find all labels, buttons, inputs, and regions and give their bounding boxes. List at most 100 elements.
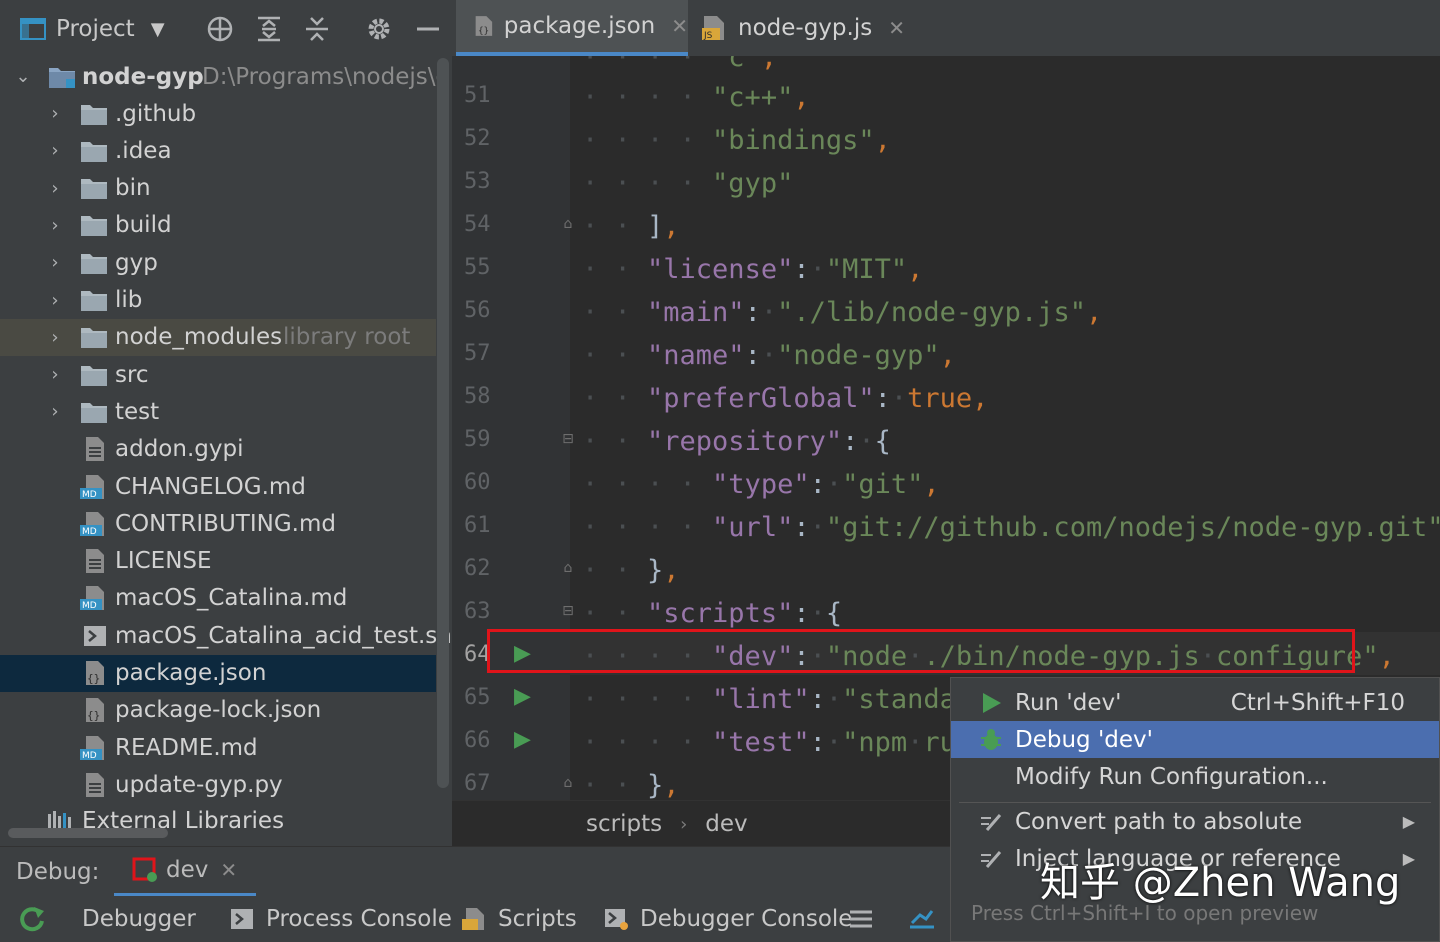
tree-folder-src[interactable]: › src: [0, 356, 436, 393]
chevron-down-icon[interactable]: ⌄: [15, 66, 30, 87]
watermark: 知乎 @Zhen Wang: [1040, 860, 1401, 906]
line-number: 66: [464, 728, 491, 753]
fold-end-icon[interactable]: ⌂: [560, 215, 576, 233]
svg-text:MD: MD: [82, 490, 97, 500]
tree-item-label: package-lock.json: [115, 697, 322, 724]
code-line: · · · · "bindings",: [582, 125, 891, 156]
collapse-all-button[interactable]: [304, 0, 330, 58]
code-line: · · · · "gyp": [582, 168, 794, 199]
tab-node-gyp-js[interactable]: JS node-gyp.js ✕: [702, 0, 922, 56]
show-execution-point-button[interactable]: [908, 896, 936, 942]
close-icon[interactable]: ✕: [888, 16, 905, 40]
tree-item-label: README.md: [115, 734, 258, 761]
run-icon: [983, 692, 1001, 713]
tab-scripts[interactable]: Scripts: [462, 896, 577, 942]
line-number: 63: [464, 599, 491, 624]
run-script-icon[interactable]: ▶: [514, 686, 534, 708]
line-number: 52: [464, 126, 491, 151]
tree-file-license[interactable]: LICENSE: [0, 543, 436, 580]
panel-settings-button[interactable]: [366, 0, 392, 58]
tree-folder-build[interactable]: › build: [0, 207, 436, 244]
menu-item-modify-run-configuration[interactable]: Modify Run Configuration...: [951, 758, 1439, 795]
chevron-right-icon[interactable]: ›: [48, 178, 62, 199]
submenu-arrow-icon: ▶: [1402, 812, 1415, 831]
chevron-right-icon[interactable]: ›: [48, 327, 62, 348]
tree-file-contributing-md[interactable]: MD CONTRIBUTING.md: [0, 505, 436, 542]
intention-edit-icon: [981, 850, 1002, 868]
breadcrumb-dev[interactable]: dev: [705, 811, 747, 837]
tree-folder-idea[interactable]: › .idea: [0, 132, 436, 169]
line-number: 58: [464, 384, 491, 409]
close-icon[interactable]: ✕: [671, 14, 688, 38]
menu-item-run-dev[interactable]: Run 'dev' Ctrl+Shift+F10: [951, 684, 1439, 721]
tree-file-package-json[interactable]: {} package.json: [0, 654, 436, 692]
line-number: 65: [464, 685, 491, 710]
fold-start-icon[interactable]: ⊟: [560, 430, 576, 448]
svg-text:MD: MD: [82, 751, 97, 761]
fold-end-icon[interactable]: ⌂: [560, 559, 576, 577]
tab-debugger[interactable]: Debugger: [82, 896, 196, 942]
tree-horizontal-scrollbar[interactable]: [8, 828, 168, 838]
rerun-button[interactable]: [18, 896, 46, 942]
folder-icon: [81, 141, 107, 162]
line-number: 56: [464, 298, 491, 323]
chevron-right-icon[interactable]: ›: [48, 103, 62, 124]
tree-folder-test[interactable]: › test: [0, 393, 436, 430]
project-panel-title: Project: [56, 16, 135, 42]
tree-folder-github[interactable]: › .github: [0, 95, 436, 132]
chevron-right-icon[interactable]: ›: [48, 140, 62, 161]
chevron-right-icon[interactable]: ›: [48, 252, 62, 273]
debug-session-tab[interactable]: dev ✕: [114, 847, 256, 897]
debug-session-icon: [132, 857, 157, 882]
tab-package-json[interactable]: {} package.json ✕: [456, 0, 688, 56]
expand-all-button[interactable]: [256, 0, 282, 58]
tree-file-changelog-md[interactable]: MD CHANGELOG.md: [0, 468, 436, 505]
gear-icon: [368, 18, 390, 40]
tree-file-readme-md[interactable]: MD README.md: [0, 729, 436, 766]
intention-edit-icon: [981, 813, 1002, 831]
tree-file-update-gyp-py[interactable]: update-gyp.py: [0, 766, 436, 803]
breadcrumb-scripts[interactable]: scripts: [586, 811, 662, 837]
tree-vertical-scrollbar[interactable]: [437, 58, 449, 788]
tree-folder-lib[interactable]: › lib: [0, 282, 436, 319]
folder-icon: [81, 216, 107, 237]
tree-folder-node-modules[interactable]: › node_modules library root: [0, 318, 436, 356]
chevron-right-icon[interactable]: ›: [48, 401, 62, 422]
code-line: · · · · "type":·"git",: [582, 469, 940, 500]
chevron-right-icon[interactable]: ›: [48, 215, 62, 236]
tree-file-macos-catalina-acid-test-sh[interactable]: macOS_Catalina_acid_test.sh: [0, 617, 452, 654]
text-file-icon: [86, 549, 104, 574]
line-number: 54: [464, 212, 491, 237]
menu-item-shortcut: Ctrl+Shift+F10: [1230, 689, 1405, 716]
fold-end-icon[interactable]: ⌂: [560, 774, 576, 792]
tree-file-package-lock-json[interactable]: {} package-lock.json: [0, 692, 436, 729]
tree-folder-gyp[interactable]: › gyp: [0, 244, 436, 281]
hide-panel-button[interactable]: [416, 0, 440, 58]
line-number: 53: [464, 169, 491, 194]
fold-start-icon[interactable]: ⊟: [560, 602, 576, 620]
tab-process-console[interactable]: Process Console: [230, 896, 452, 942]
tree-file-macos-catalina-md[interactable]: MD macOS_Catalina.md: [0, 580, 436, 617]
tree-file-addon-gypi[interactable]: addon.gypi: [0, 431, 436, 468]
layout-menu-button[interactable]: [848, 896, 874, 942]
svg-text:MD: MD: [82, 527, 97, 537]
chevron-right-icon[interactable]: ›: [48, 364, 62, 385]
menu-item-convert-path[interactable]: Convert path to absolute ▶: [951, 803, 1439, 840]
folder-icon: [81, 253, 107, 274]
tree-item-label: update-gyp.py: [115, 771, 283, 798]
close-icon[interactable]: ✕: [220, 858, 237, 882]
debugger-console-icon: [605, 909, 628, 930]
chevron-right-icon[interactable]: ›: [48, 290, 62, 311]
run-script-icon[interactable]: ▶: [514, 729, 534, 751]
tab-debugger-console[interactable]: Debugger Console: [604, 896, 852, 942]
tab-label: Debugger Console: [640, 906, 853, 932]
tree-folder-bin[interactable]: › bin: [0, 170, 436, 207]
code-line: · · "preferGlobal":·true,: [582, 383, 989, 414]
tree-root-node-gyp[interactable]: ⌄ node-gyp D:\Programs\nodejs\glo: [0, 58, 452, 95]
debug-label: Debug:: [16, 859, 100, 885]
tree-item-label: addon.gypi: [115, 436, 244, 463]
locate-file-button[interactable]: [206, 0, 234, 58]
menu-item-debug-dev[interactable]: Debug 'dev': [951, 721, 1439, 758]
debug-session-name: dev: [166, 857, 209, 883]
project-view-selector[interactable]: Project ▼: [20, 0, 165, 58]
